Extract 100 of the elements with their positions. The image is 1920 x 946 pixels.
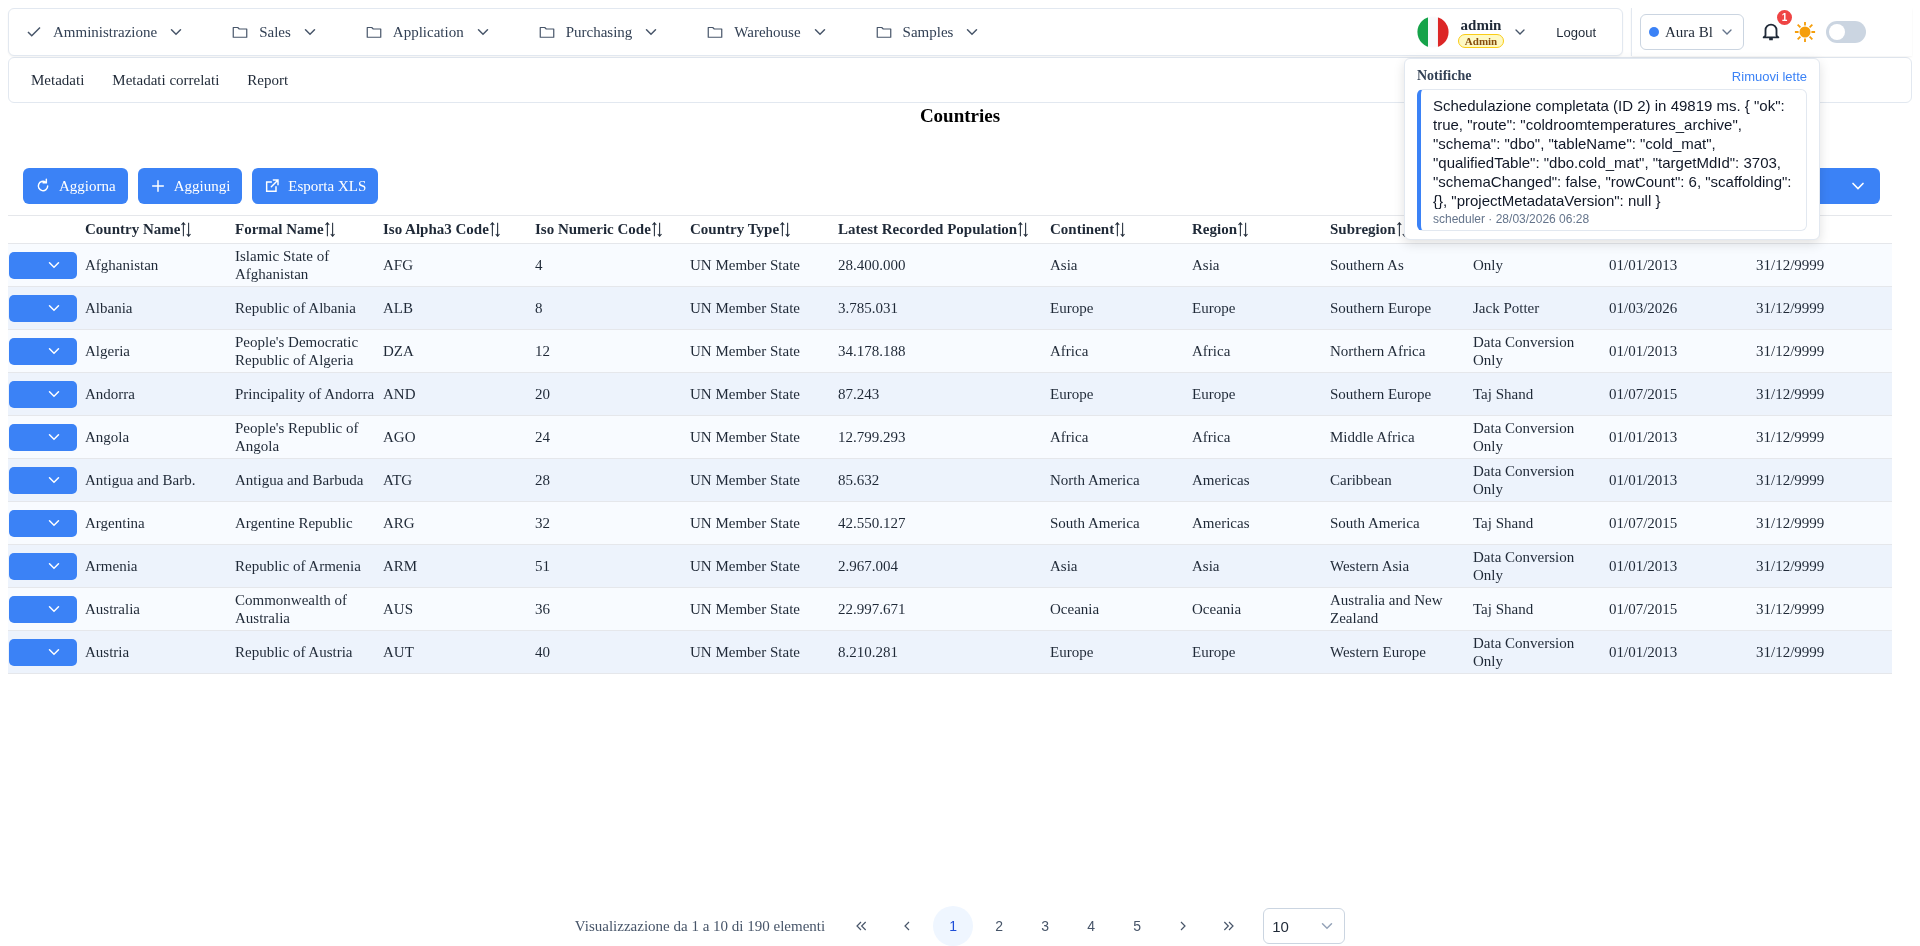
sort-icon [1114, 222, 1127, 237]
expand-row-button[interactable] [9, 552, 77, 580]
table-cell: 01/03/2026 [1609, 300, 1678, 316]
table-cell: 20 [535, 386, 550, 402]
toolbar-button[interactable]: Aggiungi [137, 168, 243, 204]
table-cell: Austria [85, 644, 130, 660]
column-header[interactable]: Country Type [690, 221, 780, 238]
table-cell: 31/12/9999 [1756, 429, 1825, 445]
table-cell: Southern Europe [1330, 300, 1432, 316]
table-cell: Middle Africa [1330, 429, 1415, 445]
table-cell: 4 [535, 257, 543, 273]
page-size-select[interactable]: 10 [1263, 908, 1346, 944]
table-cell: Argentine Republic [235, 515, 353, 531]
table-cell: 01/01/2013 [1609, 343, 1678, 359]
table-cell: 01/01/2013 [1609, 257, 1678, 273]
page-button[interactable]: 3 [1025, 906, 1066, 946]
table-cell: AUS [383, 601, 413, 617]
table-cell: Caribbean [1330, 472, 1392, 488]
menu-item[interactable]: Amministrazione [21, 19, 190, 45]
theme-select[interactable]: Aura Bl [1640, 14, 1744, 50]
table-cell: Western Europe [1330, 644, 1426, 660]
expand-row-button[interactable] [9, 466, 77, 494]
expand-row-button[interactable] [9, 595, 77, 623]
sub-menu-link[interactable]: Report [237, 67, 299, 93]
table-cell: Republic of Armenia [235, 558, 361, 574]
table-cell: Angola [85, 429, 130, 445]
page-button[interactable]: 1 [933, 906, 974, 946]
expand-row-button[interactable] [9, 337, 77, 365]
table-cell: Data Conversion Only [1473, 549, 1575, 583]
toolbar-button[interactable]: Esporta XLS [252, 168, 379, 204]
logout-button[interactable]: Logout [1550, 23, 1602, 41]
expand-row-button[interactable] [9, 251, 77, 279]
table-cell: 24 [535, 429, 550, 445]
table-cell: 31/12/9999 [1756, 558, 1825, 574]
table-cell: AGO [383, 429, 416, 445]
page-button[interactable]: 2 [979, 906, 1020, 946]
table-cell: Only [1473, 257, 1503, 273]
dark-mode-toggle[interactable] [1826, 21, 1866, 43]
table-cell: Afghanistan [85, 257, 159, 273]
table-cell: Africa [1192, 429, 1231, 445]
expand-row-button[interactable] [9, 423, 77, 451]
sub-menu-link[interactable]: Metadati correlati [102, 67, 230, 93]
table-cell: South America [1050, 515, 1140, 531]
table-cell: 12 [535, 343, 550, 359]
table-cell: UN Member State [690, 515, 800, 531]
table-cell: Islamic State of Afghanistan [235, 248, 330, 282]
table-cell: 31/12/9999 [1756, 343, 1825, 359]
column-header[interactable]: Region [1192, 221, 1237, 238]
table-cell: ARG [383, 515, 415, 531]
table-cell: Australia [85, 601, 140, 617]
table-cell: 01/01/2013 [1609, 558, 1678, 574]
clear-read-link[interactable]: Rimuovi lette [1731, 68, 1807, 84]
table-cell: UN Member State [690, 558, 800, 574]
menu-item[interactable]: Purchasing [533, 19, 665, 45]
expand-row-button[interactable] [9, 380, 77, 408]
sort-icon [650, 222, 663, 237]
table-cell: Taj Shand [1473, 386, 1534, 402]
table-cell: Albania [85, 300, 133, 316]
expand-row-button[interactable] [9, 294, 77, 322]
column-header[interactable]: Country Name [85, 221, 181, 238]
table-cell: People's Republic of Angola [235, 420, 359, 454]
table-cell: 31/12/9999 [1756, 472, 1825, 488]
expand-row-button[interactable] [9, 509, 77, 537]
table-cell: Jack Potter [1473, 300, 1540, 316]
menu-item[interactable]: Application [360, 19, 496, 45]
toolbar-button[interactable]: Aggiorna [23, 168, 128, 204]
table-cell: Asia [1050, 558, 1078, 574]
sort-icon [488, 222, 501, 237]
column-header[interactable]: Continent [1050, 221, 1115, 238]
column-header[interactable]: Latest Recorded Population [838, 221, 1018, 238]
column-header[interactable]: Formal Name [235, 221, 324, 238]
table-cell: Europe [1192, 644, 1236, 660]
page-button[interactable]: 4 [1071, 906, 1112, 946]
table-cell: UN Member State [690, 601, 800, 617]
menu-item[interactable]: Sales [227, 19, 323, 45]
column-header[interactable]: Subregion [1330, 221, 1396, 238]
column-header[interactable]: Iso Alpha3 Code [383, 221, 489, 238]
expand-row-button[interactable] [9, 638, 77, 666]
table-cell: ARM [383, 558, 418, 574]
table-cell: Australia and New Zealand [1330, 592, 1443, 626]
table-cell: Europe [1050, 644, 1094, 660]
sort-icon [1237, 222, 1249, 237]
menu-item[interactable]: Warehouse [702, 19, 833, 45]
table-cell: Europe [1192, 386, 1236, 402]
table-cell: 31/12/9999 [1756, 515, 1825, 531]
table-cell: Principality of Andorra [235, 386, 375, 402]
menu-item[interactable]: Samples [870, 19, 986, 45]
sub-menu-link[interactable]: Metadati [21, 67, 95, 93]
role-badge: Admin [1457, 33, 1505, 48]
table-cell: Data Conversion Only [1473, 334, 1575, 368]
table-cell: Americas [1192, 515, 1250, 531]
column-header[interactable]: Iso Numeric Code [535, 221, 651, 238]
table-cell: Southern As [1330, 257, 1404, 273]
table-cell: 01/07/2015 [1609, 515, 1678, 531]
table-cell: UN Member State [690, 300, 800, 316]
table-cell: 01/01/2013 [1609, 644, 1678, 660]
page-button[interactable]: 5 [1117, 906, 1158, 946]
table-cell: Argentina [85, 515, 145, 531]
sort-icon [323, 222, 336, 237]
table-cell: 01/07/2015 [1609, 386, 1678, 402]
